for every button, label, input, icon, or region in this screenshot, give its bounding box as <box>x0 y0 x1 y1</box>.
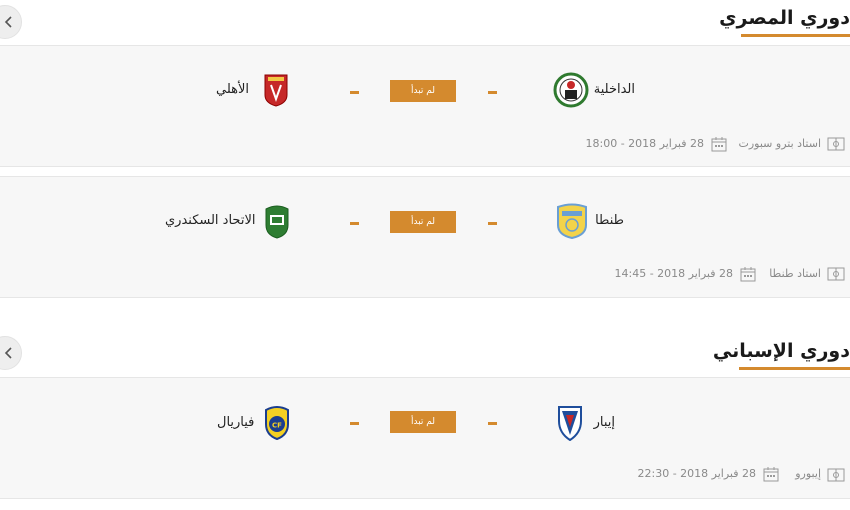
eibar-crest-icon <box>558 406 582 441</box>
calendar-icon <box>740 267 756 282</box>
away-team-name[interactable]: الأهلي <box>216 82 249 97</box>
score-dash-home <box>488 422 497 425</box>
stadium-name: استاد طنطا <box>769 267 821 280</box>
home-team-name[interactable]: إيبار <box>594 415 615 430</box>
stadium-name: استاد بترو سبورت <box>738 137 821 150</box>
home-team-name[interactable]: طنطا <box>595 213 624 228</box>
match-status-button[interactable]: لم تبدأ <box>390 211 456 233</box>
chevron-left-icon <box>4 16 12 28</box>
score-dash-away <box>350 422 359 425</box>
al-ittihad-crest-icon <box>265 205 289 239</box>
match-date-time: 28 فبراير 2018 - 18:00 <box>585 137 705 150</box>
match-card[interactable]: الداخلية لم تبدأ الأهلي استاد بترو سبورت… <box>0 45 850 167</box>
stadium-icon <box>827 468 845 482</box>
away-team-name[interactable]: الاتحاد السكندري <box>165 213 255 228</box>
league-prev-arrow[interactable] <box>0 336 22 370</box>
match-status-button[interactable]: لم تبدأ <box>390 80 456 102</box>
match-date-time: 28 فبراير 2018 - 14:45 <box>614 267 734 280</box>
match-date-time: 28 فبراير 2018 - 22:30 <box>637 467 757 480</box>
home-team-name[interactable]: الداخلية <box>594 82 635 97</box>
score-dash-home <box>488 91 497 94</box>
match-status-button[interactable]: لم تبدأ <box>390 411 456 433</box>
score-dash-away <box>350 91 359 94</box>
league-title: دوري الإسباني <box>712 340 850 362</box>
score-dash-away <box>350 222 359 225</box>
score-dash-home <box>488 222 497 225</box>
stadium-icon <box>827 267 845 281</box>
svg-text:CF: CF <box>272 422 282 430</box>
league-prev-arrow[interactable] <box>0 5 22 39</box>
aldakhleya-crest-icon <box>553 72 589 108</box>
league-title: دوري المصري <box>719 7 850 29</box>
match-card[interactable]: إيبار لم تبدأ CF فياريال إيبورو 28 فبراي… <box>0 377 850 499</box>
stadium-name: إيبورو <box>795 467 821 480</box>
tanta-crest-icon <box>557 203 587 239</box>
al-ahly-crest-icon <box>264 74 288 107</box>
stadium-icon <box>827 137 845 151</box>
villarreal-crest-icon: CF <box>265 406 289 440</box>
match-card[interactable]: طنطا لم تبدأ الاتحاد السكندري استاد طنطا… <box>0 176 850 298</box>
chevron-left-icon <box>4 347 12 359</box>
league-title-underline <box>741 34 850 37</box>
calendar-icon <box>711 137 727 152</box>
league-title-underline <box>739 367 850 370</box>
away-team-name[interactable]: فياريال <box>217 415 254 430</box>
calendar-icon <box>763 467 779 482</box>
